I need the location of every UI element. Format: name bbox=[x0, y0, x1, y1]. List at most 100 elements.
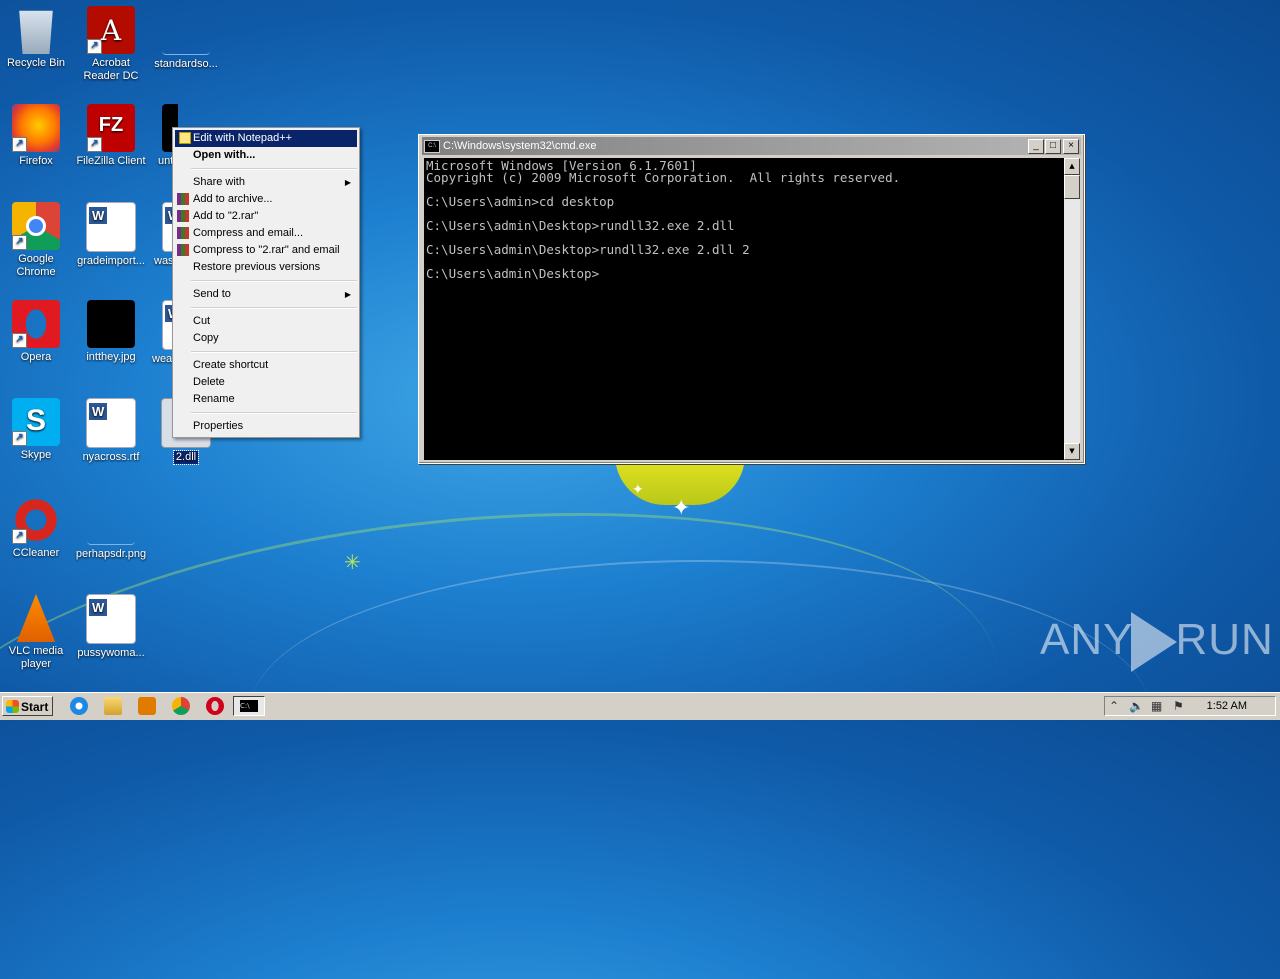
action-center-flag-icon[interactable]: ⚑ bbox=[1173, 699, 1184, 713]
scroll-down-button[interactable]: ▼ bbox=[1064, 443, 1080, 460]
internet-explorer-icon[interactable] bbox=[70, 697, 88, 715]
cmd-title-bar[interactable]: C:\ C:\Windows\system32\cmd.exe _ □ × bbox=[422, 137, 1081, 155]
scroll-thumb[interactable] bbox=[1064, 175, 1080, 199]
winrar-icon bbox=[177, 193, 189, 205]
desktop-icon-label: perhapsdr.png bbox=[75, 548, 147, 560]
menu-item-restore-previous[interactable]: Restore previous versions bbox=[173, 259, 359, 276]
menu-item-label: Send to bbox=[193, 288, 231, 300]
console-output[interactable]: Microsoft Windows [Version 6.1.7601] Copy… bbox=[424, 158, 1069, 460]
desktop-icon-label: Firefox bbox=[19, 155, 53, 167]
desktop-icon-label: pussywoma... bbox=[77, 647, 145, 659]
opera-icon[interactable] bbox=[206, 697, 224, 715]
desktop-icon-label: Recycle Bin bbox=[6, 57, 66, 69]
show-hidden-icons-icon[interactable]: ⌃ bbox=[1109, 699, 1119, 713]
menu-item-create-shortcut[interactable]: Create shortcut bbox=[173, 357, 359, 374]
clock[interactable]: 1:52 AM bbox=[1207, 697, 1247, 715]
firefox-icon: ↗ bbox=[12, 104, 60, 152]
desktop-icon-gradeimport[interactable]: gradeimport... bbox=[73, 202, 149, 268]
menu-item-rename[interactable]: Rename bbox=[173, 391, 359, 408]
menu-item-label: Edit with Notepad++ bbox=[193, 132, 293, 144]
menu-item-delete[interactable]: Delete bbox=[173, 374, 359, 391]
windows-logo-icon bbox=[6, 700, 19, 713]
start-button[interactable]: Start bbox=[2, 696, 53, 716]
scroll-up-button[interactable]: ▲ bbox=[1064, 158, 1080, 175]
black-image-icon bbox=[87, 300, 135, 348]
menu-item-add-to-archive[interactable]: Add to archive... bbox=[173, 191, 359, 208]
word-doc-icon bbox=[86, 398, 136, 448]
menu-item-open-with[interactable]: Open with... bbox=[173, 147, 359, 164]
desktop-icon-label: Opera bbox=[20, 351, 52, 363]
desktop-icon-was[interactable]: was... bbox=[148, 202, 172, 268]
shortcut-arrow-icon: ↗ bbox=[12, 333, 27, 348]
menu-item-share-with[interactable]: Share with ▶ bbox=[173, 174, 359, 191]
chrome-icon[interactable] bbox=[172, 697, 190, 715]
desktop-icon-wea[interactable]: wea... bbox=[148, 300, 172, 366]
menu-item-send-to[interactable]: Send to ▶ bbox=[173, 286, 359, 303]
word-doc-icon bbox=[86, 594, 136, 644]
desktop-icon-nyacross[interactable]: nyacross.rtf bbox=[73, 398, 149, 464]
desktop-icon-chrome[interactable]: ↗ Google Chrome bbox=[0, 202, 74, 279]
desktop-icon-firefox[interactable]: ↗ Firefox bbox=[0, 104, 74, 168]
desktop-icon-opera[interactable]: ↗ Opera bbox=[0, 300, 74, 364]
desktop-icon-acrobat[interactable]: ↗ Acrobat Reader DC bbox=[73, 6, 149, 83]
desktop-icon-label: Google Chrome bbox=[16, 253, 56, 278]
filezilla-icon: ↗ bbox=[87, 104, 135, 152]
media-player-icon[interactable] bbox=[138, 697, 156, 715]
desktop-icon-perhapsdr[interactable]: perhapsdr.png bbox=[73, 496, 149, 561]
desktop-icon-skype[interactable]: ↗ Skype bbox=[0, 398, 74, 462]
menu-item-label: Compress and email... bbox=[193, 227, 304, 239]
vlc-icon bbox=[16, 594, 56, 642]
menu-item-edit-notepadpp[interactable]: Edit with Notepad++ bbox=[175, 130, 357, 147]
menu-item-label: Rename bbox=[193, 393, 235, 405]
chrome-icon: ↗ bbox=[12, 202, 60, 250]
desktop-icon-recycle-bin[interactable]: Recycle Bin bbox=[0, 6, 74, 70]
shortcut-arrow-icon: ↗ bbox=[12, 431, 27, 446]
submenu-arrow-icon: ▶ bbox=[344, 178, 351, 187]
menu-item-label: Cut bbox=[193, 315, 211, 327]
menu-separator bbox=[191, 307, 357, 309]
menu-item-label: Restore previous versions bbox=[193, 261, 321, 273]
menu-item-label: Share with bbox=[193, 176, 245, 188]
network-icon[interactable]: ▦ bbox=[1151, 699, 1162, 713]
console-line: Copyright (c) 2009 Microsoft Corporation… bbox=[426, 170, 901, 185]
desktop-icon-pussywoma[interactable]: pussywoma... bbox=[73, 594, 149, 660]
desktop-icon-vlc[interactable]: VLC media player bbox=[0, 594, 74, 671]
winrar-icon bbox=[177, 210, 189, 222]
menu-item-label: Add to archive... bbox=[193, 193, 273, 205]
window-controls: _ □ × bbox=[1027, 139, 1079, 157]
menu-separator bbox=[191, 280, 357, 282]
desktop-icon-standardso[interactable]: standardso... bbox=[148, 6, 224, 71]
recycle-bin-icon bbox=[19, 10, 53, 54]
skype-icon: ↗ bbox=[12, 398, 60, 446]
menu-item-compress-rar-email[interactable]: Compress to "2.rar" and email bbox=[173, 242, 359, 259]
minimize-button[interactable]: _ bbox=[1028, 139, 1044, 154]
menu-item-properties[interactable]: Properties bbox=[173, 418, 359, 435]
cmd-taskbar-button[interactable] bbox=[233, 696, 265, 716]
explorer-icon[interactable] bbox=[104, 697, 122, 715]
menu-item-add-to-rar[interactable]: Add to "2.rar" bbox=[173, 208, 359, 225]
word-doc-icon bbox=[162, 202, 172, 252]
menu-item-copy[interactable]: Copy bbox=[173, 330, 359, 347]
desktop-icon-filezilla[interactable]: ↗ FileZilla Client bbox=[73, 104, 149, 168]
volume-icon[interactable]: 🔈 bbox=[1129, 699, 1144, 713]
acrobat-icon: ↗ bbox=[87, 6, 135, 54]
vertical-scrollbar[interactable]: ▲ ▼ bbox=[1064, 158, 1080, 460]
menu-separator bbox=[191, 168, 357, 170]
menu-separator bbox=[191, 412, 357, 414]
close-button[interactable]: × bbox=[1063, 139, 1079, 154]
desktop-icon-intthey[interactable]: intthey.jpg bbox=[73, 300, 149, 364]
desktop-icon-ccleaner[interactable]: ↗ CCleaner bbox=[0, 496, 74, 560]
menu-item-compress-email[interactable]: Compress and email... bbox=[173, 225, 359, 242]
menu-item-label: Create shortcut bbox=[193, 359, 269, 371]
taskbar: Start ⌃ 🔈 ▦ ⚑ 1:52 AM bbox=[0, 692, 1280, 720]
word-doc-icon bbox=[86, 202, 136, 252]
menu-item-label: Add to "2.rar" bbox=[193, 210, 259, 222]
maximize-button[interactable]: □ bbox=[1045, 139, 1061, 154]
menu-item-cut[interactable]: Cut bbox=[173, 313, 359, 330]
cmd-window[interactable]: C:\ C:\Windows\system32\cmd.exe _ □ × Micro… bbox=[418, 134, 1085, 464]
menu-separator bbox=[191, 351, 357, 353]
context-menu: Edit with Notepad++ Open with... Share w… bbox=[172, 127, 360, 438]
desktop-icon-label: gradeimport... bbox=[77, 255, 145, 267]
shortcut-arrow-icon: ↗ bbox=[87, 137, 102, 152]
sparkle-icon: ✦ bbox=[672, 496, 691, 521]
